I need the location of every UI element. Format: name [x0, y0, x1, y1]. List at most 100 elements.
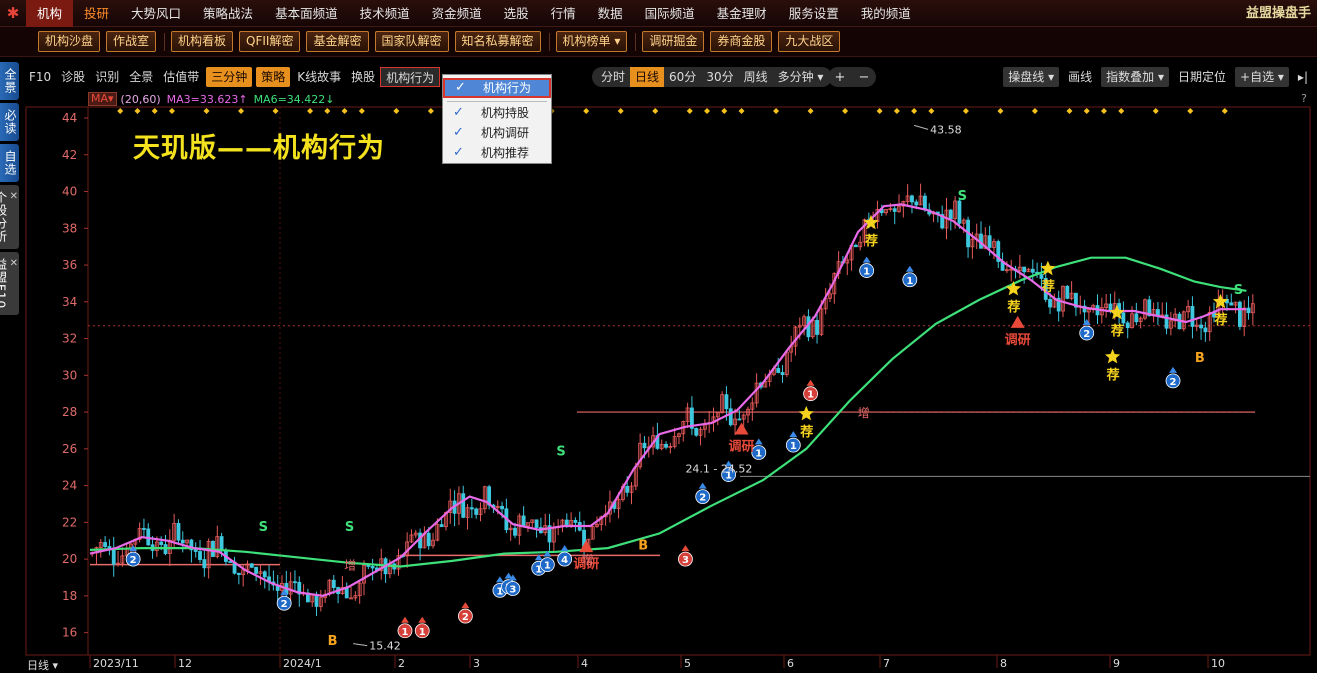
event-diamond-icon: [911, 108, 918, 114]
candle-body: [474, 508, 479, 515]
y-tick-label: 34: [62, 295, 77, 309]
y-tick-label: 16: [62, 626, 77, 640]
candle-body: [111, 548, 116, 565]
event-diamond-icon: [134, 108, 141, 114]
dropdown-item[interactable]: ✓ 机构行为: [443, 78, 551, 98]
x-tick-label: 10: [1211, 657, 1225, 670]
event-diamond-icon: [1152, 108, 1159, 114]
sell-signal: S: [1234, 283, 1243, 298]
dropdown-item[interactable]: ✓ 机构调研: [443, 123, 551, 143]
institution-badge-number: 1: [755, 449, 762, 460]
institution-badge-number: 2: [130, 555, 137, 566]
buy-signal: B: [1195, 351, 1205, 366]
dropdown-item-label: 机构推荐: [481, 146, 530, 160]
candle-body: [1237, 301, 1242, 327]
candle-body: [1121, 312, 1126, 324]
candle-body: [344, 587, 349, 599]
recommend-label: 荐: [799, 424, 813, 440]
institution-badge-number: 1: [419, 627, 426, 638]
x-tick-label: 7: [883, 657, 890, 670]
increase-label: 增: [344, 559, 356, 573]
candle-body: [180, 539, 185, 544]
dropdown-item[interactable]: ✓ 机构持股: [443, 103, 551, 123]
candle-body: [159, 541, 164, 545]
sell-signal: S: [556, 445, 565, 460]
candle-body: [521, 515, 526, 527]
candle-body: [314, 594, 319, 607]
candle-body: [642, 442, 647, 449]
event-diamond-icon: [704, 108, 711, 114]
candle-body: [254, 566, 259, 574]
sell-signal: S: [259, 520, 268, 535]
event-diamond-icon: [773, 108, 780, 114]
event-diamond-icon: [1083, 108, 1090, 114]
kline-chart[interactable]: 1618202224262830323436384042442023/11 12 2…: [0, 0, 1317, 673]
candle-body: [1125, 322, 1130, 329]
institution-badge-number: 1: [790, 441, 797, 452]
y-tick-label: 26: [62, 442, 77, 456]
institution-badge-number: 1: [863, 267, 870, 278]
candle-body: [142, 528, 146, 530]
high-pointer: [913, 124, 929, 130]
candle-body: [293, 581, 297, 584]
event-diamond-icon: [738, 108, 745, 114]
dropdown-item-label: 机构行为: [483, 81, 532, 95]
dropdown-divider: [447, 101, 547, 102]
candle-body: [228, 561, 233, 563]
x-tick-label: 2: [398, 657, 405, 670]
event-diamond-icon: [341, 108, 348, 114]
y-tick-label: 44: [62, 111, 77, 125]
event-diamond-icon: [427, 108, 434, 114]
buy-signal: B: [328, 634, 338, 649]
event-diamond-icon: [1100, 108, 1107, 114]
overlay-title: 天玑版——机构行为: [133, 133, 385, 164]
candle-body: [780, 372, 785, 375]
research-triangle-icon: [1010, 315, 1025, 328]
event-diamond-icon: [721, 108, 728, 114]
period-label[interactable]: 日线 ▾: [27, 657, 58, 673]
candle-body: [737, 418, 742, 421]
event-diamond-icon: [324, 108, 331, 114]
candle-body: [461, 493, 466, 518]
candle-body: [910, 195, 914, 203]
event-diamond-icon: [893, 108, 900, 114]
check-icon: ✓: [453, 145, 464, 160]
candle-body: [957, 200, 962, 224]
candle-body: [198, 551, 202, 560]
x-tick-label: 12: [178, 657, 192, 670]
event-diamond-icon: [1118, 108, 1125, 114]
candle-body: [370, 566, 375, 569]
candle-body: [1048, 299, 1052, 308]
event-diamond-icon: [151, 108, 158, 114]
candle-body: [1190, 306, 1195, 327]
candle-body: [1039, 274, 1044, 279]
event-diamond-icon: [997, 108, 1004, 114]
dropdown-item[interactable]: ✓ 机构推荐: [443, 143, 551, 163]
sell-signal: S: [958, 189, 967, 204]
candle-body: [331, 579, 336, 588]
candle-body: [469, 507, 474, 510]
triangle-up-icon: [905, 265, 914, 272]
recommend-label: 荐: [864, 233, 878, 249]
institution-badge-number: 1: [906, 276, 913, 287]
triangle-up-icon: [789, 431, 798, 438]
event-diamond-icon: [203, 108, 210, 114]
candle-body: [349, 597, 353, 600]
candle-body: [664, 443, 668, 448]
triangle-up-icon: [418, 616, 427, 623]
institution-badge-number: 3: [509, 585, 516, 596]
candle-body: [1203, 327, 1208, 333]
triangle-up-icon: [862, 256, 871, 263]
y-tick-label: 42: [62, 148, 77, 162]
event-diamond-icon: [307, 108, 314, 114]
y-tick-label: 40: [62, 185, 77, 199]
candle-body: [219, 536, 224, 552]
institution-behavior-dropdown: ✓ 机构行为 ✓ 机构持股 ✓ 机构调研 ✓ 机构推荐: [442, 74, 552, 164]
candle-body: [366, 564, 371, 567]
event-diamond-icon: [617, 108, 624, 114]
event-diamond-icon: [652, 108, 659, 114]
recommend-star-icon: [1212, 293, 1229, 309]
event-diamond-icon: [358, 108, 365, 114]
research-label: 调研: [729, 439, 755, 454]
increase-label: 增: [858, 406, 870, 420]
